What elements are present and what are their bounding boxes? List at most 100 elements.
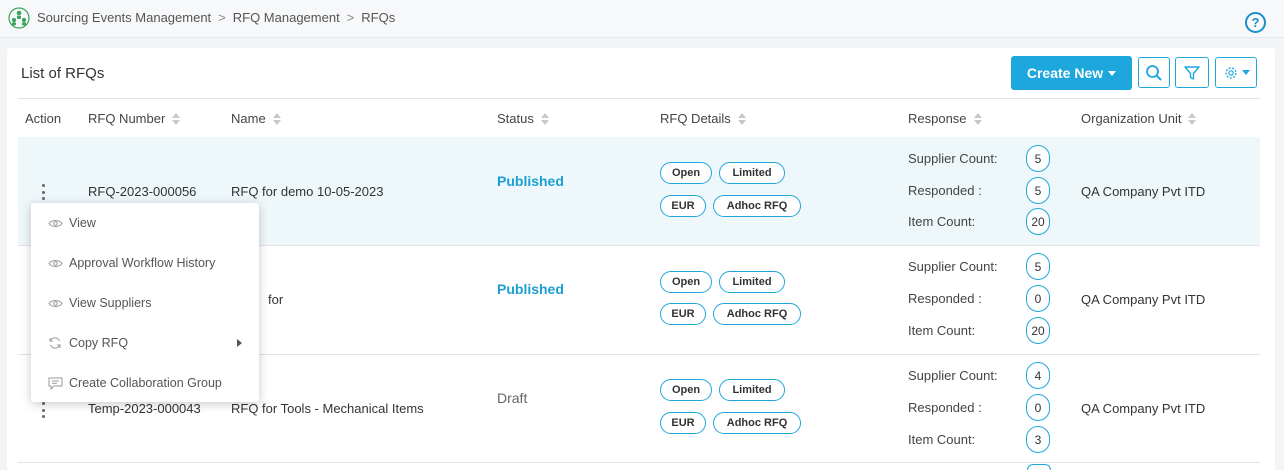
- action-menu: View Approval Workflow History View Supp…: [31, 203, 259, 402]
- tag-pill: Open: [660, 271, 712, 293]
- organization-unit: QA Company Pvt ITD: [1081, 184, 1206, 199]
- responded-label: Responded :: [908, 400, 982, 415]
- column-header-label: RFQ Details: [660, 111, 731, 126]
- supplier-count-label: Supplier Count:: [908, 259, 998, 274]
- responded-badge[interactable]: 0: [1026, 285, 1050, 312]
- menu-item-label: View Suppliers: [69, 296, 152, 310]
- column-header-status[interactable]: Status: [497, 111, 549, 126]
- responded-label: Responded :: [908, 183, 982, 198]
- breadcrumb-separator: >: [346, 10, 355, 25]
- header-divider: [18, 98, 1260, 99]
- gear-icon: [1224, 66, 1237, 79]
- eye-icon: [47, 296, 63, 310]
- column-header-label: Response: [908, 111, 967, 126]
- menu-item-label: Create Collaboration Group: [69, 376, 222, 390]
- item-count-label: Item Count:: [908, 323, 976, 338]
- breadcrumb-item-sourcing[interactable]: Sourcing Events Management: [37, 10, 211, 25]
- item-count-badge[interactable]: 20: [1026, 317, 1050, 344]
- menu-item-create-collaboration-group[interactable]: Create Collaboration Group: [31, 369, 259, 397]
- create-new-button[interactable]: Create New: [1011, 56, 1132, 90]
- menu-item-label: Copy RFQ: [69, 336, 129, 350]
- menu-item-label: View: [69, 216, 96, 230]
- column-header-rfq-details[interactable]: RFQ Details: [660, 111, 746, 126]
- sort-icon[interactable]: [540, 112, 549, 125]
- supplier-count-badge[interactable]: 5: [1026, 145, 1050, 172]
- rfq-name: RFQ for Tools - Mechanical Items: [231, 401, 424, 416]
- column-header-label: Status: [497, 111, 534, 126]
- breadcrumb-item-rfqs: RFQs: [361, 10, 396, 25]
- responded-badge[interactable]: 5: [1026, 177, 1050, 204]
- search-button[interactable]: [1138, 57, 1170, 88]
- column-header-name[interactable]: Name: [231, 111, 281, 126]
- supplier-count-badge[interactable]: 4: [1026, 362, 1050, 389]
- tag-pill: Limited: [719, 162, 785, 184]
- chevron-right-icon: [237, 339, 242, 347]
- column-header-label: RFQ Number: [88, 111, 166, 126]
- rfq-number[interactable]: Temp-2023-000043: [88, 401, 201, 416]
- item-count-label: Item Count:: [908, 432, 976, 447]
- page-title: List of RFQs: [21, 65, 105, 82]
- chat-icon: [47, 376, 63, 390]
- supplier-count-badge: [1027, 464, 1051, 470]
- column-header-response[interactable]: Response: [908, 111, 982, 126]
- top-bar: Sourcing Events Management > RFQ Managem…: [0, 0, 1284, 38]
- caret-down-icon: [1108, 70, 1117, 76]
- menu-item-view[interactable]: View: [31, 209, 259, 237]
- status-badge: Published: [497, 173, 564, 189]
- supplier-count-label: Supplier Count:: [908, 368, 998, 383]
- rfq-name: RFQ for demo 10-05-2023: [231, 184, 384, 199]
- sort-icon[interactable]: [172, 112, 181, 125]
- item-count-badge[interactable]: 3: [1026, 426, 1050, 453]
- eye-icon: [47, 256, 63, 270]
- tag-pill: Adhoc RFQ: [713, 303, 801, 325]
- breadcrumb-separator: >: [218, 10, 226, 25]
- tag-pill: Adhoc RFQ: [713, 195, 801, 217]
- item-count-label: Item Count:: [908, 214, 976, 229]
- responded-badge[interactable]: 0: [1026, 394, 1050, 421]
- rfq-name: for: [268, 292, 284, 307]
- people-network-icon[interactable]: [8, 7, 30, 29]
- create-new-label: Create New: [1026, 65, 1104, 81]
- status-badge: Draft: [497, 390, 528, 406]
- tag-pill: Limited: [719, 379, 785, 401]
- help-icon[interactable]: ?: [1245, 12, 1266, 33]
- kebab-menu-icon[interactable]: [41, 184, 45, 200]
- refresh-icon: [47, 336, 63, 350]
- tag-pill: Limited: [719, 271, 785, 293]
- kebab-menu-icon[interactable]: [41, 402, 45, 418]
- status-badge: Published: [497, 281, 564, 297]
- responded-label: Responded :: [908, 291, 982, 306]
- filter-button[interactable]: [1175, 57, 1209, 88]
- search-icon: [1146, 64, 1162, 81]
- column-header-label: Name: [231, 111, 266, 126]
- breadcrumb: Sourcing Events Management > RFQ Managem…: [37, 10, 395, 25]
- sort-icon[interactable]: [737, 112, 746, 125]
- tag-pill: Adhoc RFQ: [713, 412, 801, 434]
- rfq-number[interactable]: RFQ-2023-000056: [88, 184, 196, 199]
- supplier-count-label: Supplier Count:: [908, 151, 998, 166]
- sort-icon[interactable]: [1188, 112, 1197, 125]
- menu-item-view-suppliers[interactable]: View Suppliers: [31, 289, 259, 317]
- sort-icon[interactable]: [973, 112, 982, 125]
- column-header-label: Organization Unit: [1081, 111, 1182, 126]
- tag-pill: Open: [660, 162, 712, 184]
- filter-icon: [1184, 65, 1200, 80]
- menu-item-label: Approval Workflow History: [69, 256, 216, 270]
- organization-unit: QA Company Pvt ITD: [1081, 401, 1206, 416]
- tag-pill: EUR: [660, 303, 706, 325]
- breadcrumb-item-rfq-management[interactable]: RFQ Management: [233, 10, 340, 25]
- tag-pill: EUR: [660, 195, 706, 217]
- column-header-label: Action: [25, 111, 62, 126]
- menu-item-copy-rfq[interactable]: Copy RFQ: [31, 329, 259, 357]
- column-header-rfq-number[interactable]: RFQ Number: [88, 111, 181, 126]
- column-header-organization-unit[interactable]: Organization Unit: [1081, 111, 1197, 126]
- column-header-action: Action: [25, 111, 61, 126]
- tag-pill: EUR: [660, 412, 706, 434]
- menu-item-approval-workflow-history[interactable]: Approval Workflow History: [31, 249, 259, 277]
- item-count-badge[interactable]: 20: [1026, 208, 1050, 235]
- organization-unit: QA Company Pvt ITD: [1081, 292, 1206, 307]
- supplier-count-badge[interactable]: 5: [1026, 253, 1050, 280]
- settings-button[interactable]: [1215, 57, 1257, 88]
- tag-pill: Open: [660, 379, 712, 401]
- sort-icon[interactable]: [272, 112, 281, 125]
